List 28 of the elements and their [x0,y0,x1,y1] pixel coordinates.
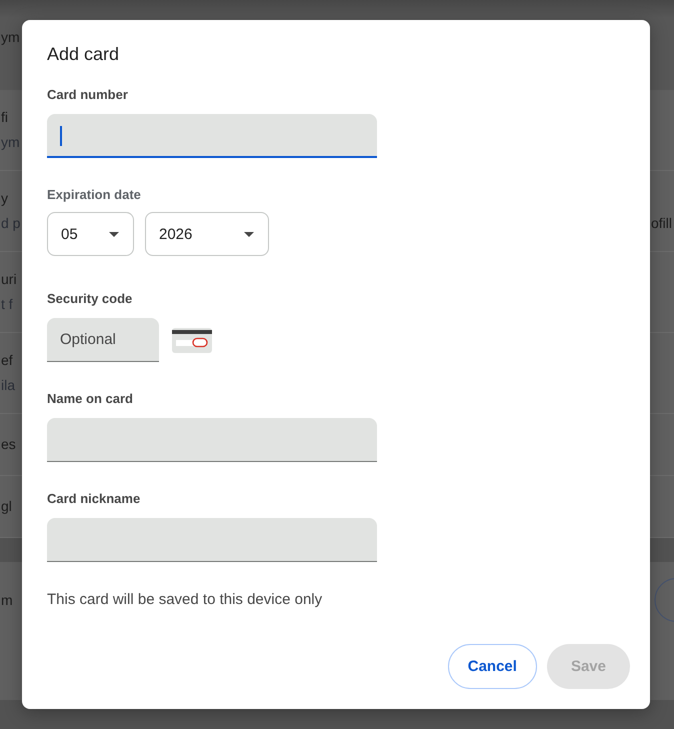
dropdown-caret-icon [109,232,119,236]
field-label: Name on card [47,390,133,408]
background-text: m [0,591,13,610]
field-label: Card number [47,86,128,104]
info-text: This card will be saved to this device only [47,590,322,610]
background-text: es [0,435,16,454]
dropdown-select[interactable]: 05 [47,212,134,256]
field-label: Card nickname [47,490,140,508]
input-field[interactable] [47,114,377,158]
background-text: ef [0,351,13,370]
dropdown-select[interactable]: 2026 [145,212,269,256]
dialog-title: Add card [47,43,120,66]
field-label: Expiration date [47,186,141,204]
credit-card-icon [172,328,212,352]
security-code-field[interactable]: Optional [47,318,159,362]
background-text: fi [0,108,8,127]
background-text: gl [0,497,12,516]
field-label: Security code [47,290,132,308]
background-text: ofill [650,214,673,233]
background-text: y [0,189,8,208]
input-field[interactable] [47,518,377,562]
cancel-button[interactable]: Cancel [448,644,537,689]
circle-outline-icon [654,578,674,622]
input-field[interactable] [47,418,377,462]
background-text: uri [0,270,17,289]
background-text: ym [0,28,20,47]
dropdown-caret-icon [244,232,254,236]
text-cursor-icon [60,126,62,146]
